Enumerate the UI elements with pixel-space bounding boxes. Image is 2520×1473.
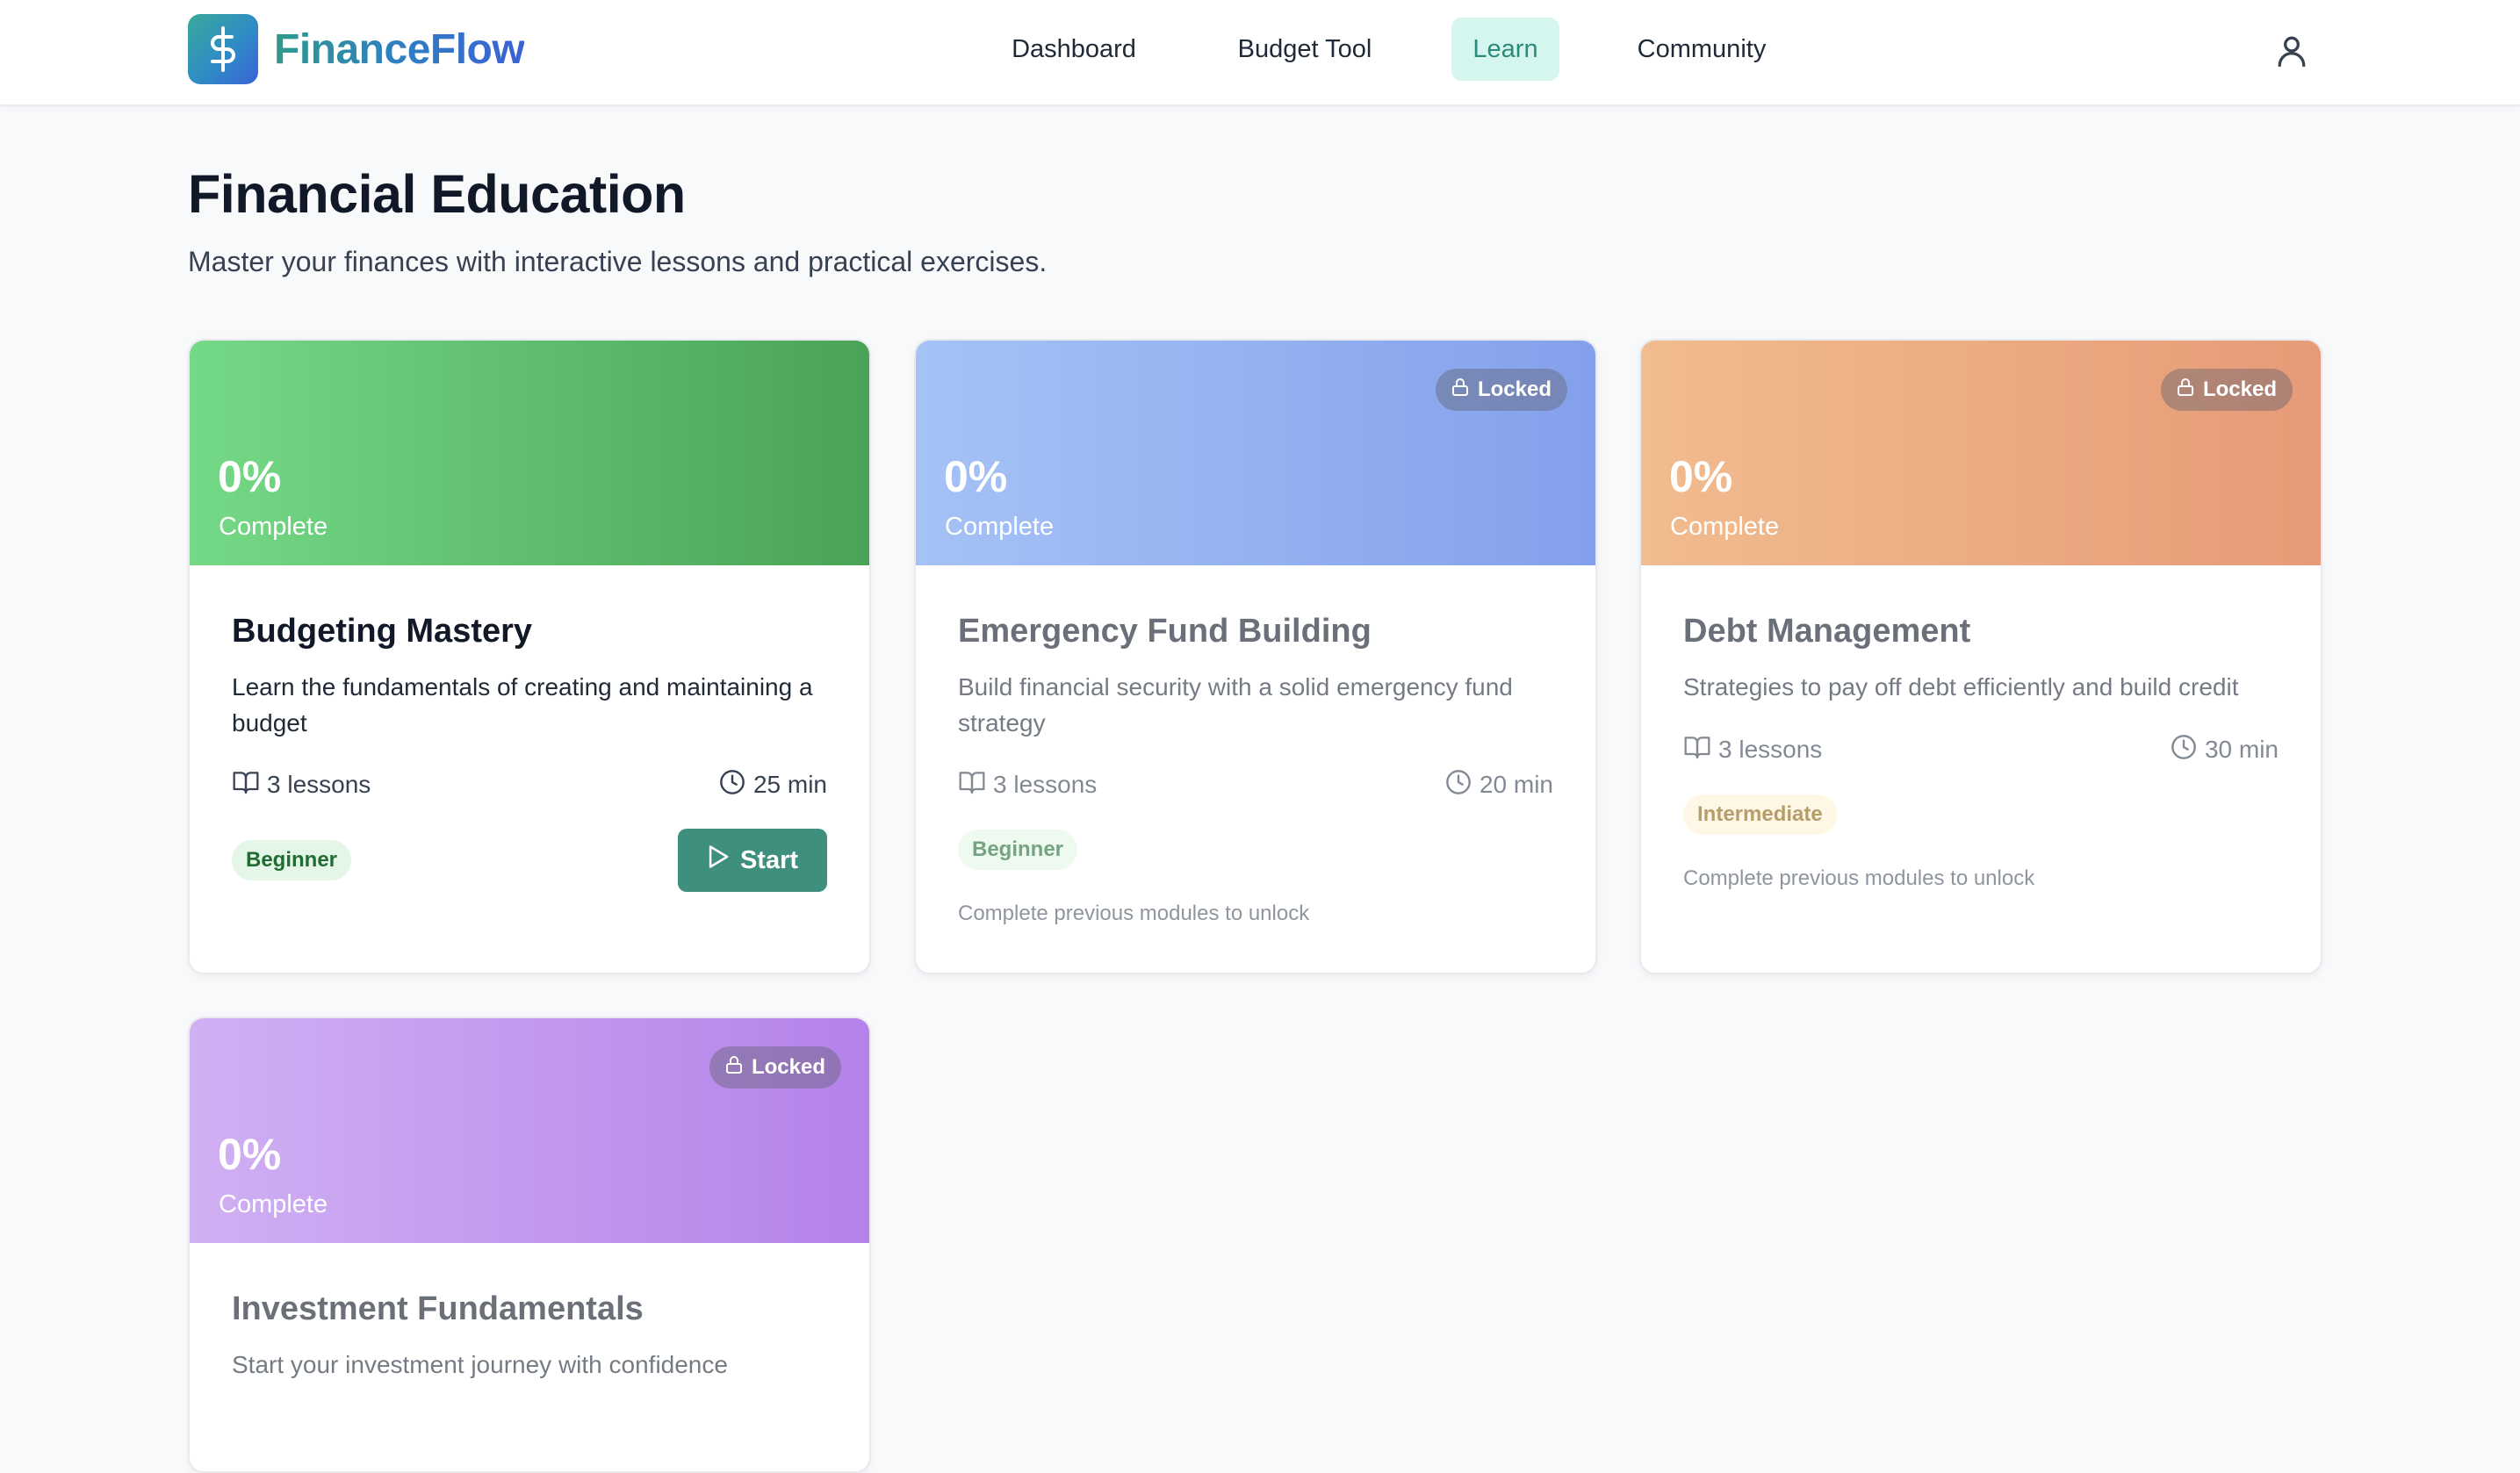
lessons-count: 3 lessons xyxy=(232,768,371,802)
course-card-budgeting-mastery[interactable]: 0% Complete Budgeting Mastery Learn the … xyxy=(188,339,871,974)
course-description: Start your investment journey with confi… xyxy=(232,1351,728,1378)
course-duration: 30 min xyxy=(2170,733,2279,767)
course-card-debt-management[interactable]: Locked 0% Complete Debt Management Strat… xyxy=(1639,339,2322,974)
course-title: Debt Management xyxy=(1683,613,1971,650)
nav-learn[interactable]: Learn xyxy=(1451,18,1559,81)
clock-icon xyxy=(2170,733,2198,767)
unlock-note: Complete previous modules to unlock xyxy=(1683,866,2035,890)
lessons-text: 3 lessons xyxy=(993,771,1098,798)
course-description: Build financial security with a solid em… xyxy=(958,673,1513,736)
play-icon xyxy=(707,844,730,876)
course-title: Emergency Fund Building xyxy=(958,613,1372,650)
level-badge: Beginner xyxy=(958,830,1078,870)
book-icon xyxy=(1683,733,1711,767)
lessons-text: 3 lessons xyxy=(267,771,371,798)
lessons-count: 3 lessons xyxy=(1683,733,1822,767)
duration-text: 30 min xyxy=(2204,736,2279,763)
course-meta: 3 lessons 30 min xyxy=(1683,734,2279,765)
progress-percent: 0% xyxy=(1669,452,1733,501)
course-banner: Locked 0% Complete xyxy=(190,1018,869,1243)
nav-community[interactable]: Community xyxy=(1623,18,1781,81)
course-banner: 0% Complete xyxy=(190,341,869,565)
level-badge: Intermediate xyxy=(1683,794,1837,835)
book-icon xyxy=(232,768,260,802)
locked-text: Locked xyxy=(751,1055,825,1079)
clock-icon xyxy=(1444,768,1472,802)
user-icon[interactable] xyxy=(2272,32,2311,70)
course-duration: 20 min xyxy=(1444,768,1553,802)
locked-text: Locked xyxy=(2202,377,2277,401)
progress-label: Complete xyxy=(1670,513,1780,541)
lock-icon xyxy=(2175,377,2196,404)
page-subtitle: Master your finances with interactive le… xyxy=(188,246,1048,277)
nav-budget-tool[interactable]: Budget Tool xyxy=(1220,18,1389,81)
course-title: Investment Fundamentals xyxy=(232,1290,644,1327)
progress-label: Complete xyxy=(219,513,328,541)
course-card-emergency-fund[interactable]: Locked 0% Complete Emergency Fund Buildi… xyxy=(914,339,1597,974)
locked-badge: Locked xyxy=(709,1046,841,1089)
lock-icon xyxy=(1450,377,1471,404)
locked-badge: Locked xyxy=(1435,369,1567,411)
progress-percent: 0% xyxy=(218,452,282,501)
course-card-investment-fundamentals[interactable]: Locked 0% Complete Investment Fundamenta… xyxy=(188,1017,871,1473)
clock-icon xyxy=(718,768,746,802)
brand-name: FinanceFlow xyxy=(274,25,525,73)
level-badge: Beginner xyxy=(232,840,352,880)
course-banner: Locked 0% Complete xyxy=(916,341,1595,565)
start-label: Start xyxy=(739,845,799,874)
lessons-text: 3 lessons xyxy=(1718,736,1823,763)
course-meta: 3 lessons 25 min xyxy=(232,769,827,801)
duration-text: 20 min xyxy=(1479,771,1553,798)
course-meta: 3 lessons 20 min xyxy=(958,769,1553,801)
course-duration: 25 min xyxy=(718,768,827,802)
top-nav-bar: FinanceFlow Dashboard Budget Tool Learn … xyxy=(0,0,2520,106)
brand[interactable]: FinanceFlow xyxy=(188,14,525,84)
book-icon xyxy=(958,768,986,802)
progress-percent: 0% xyxy=(944,452,1008,501)
progress-label: Complete xyxy=(945,513,1055,541)
dollar-icon xyxy=(188,14,258,84)
nav-dashboard[interactable]: Dashboard xyxy=(995,18,1153,81)
locked-badge: Locked xyxy=(2160,369,2293,411)
course-title: Budgeting Mastery xyxy=(232,613,533,650)
progress-percent: 0% xyxy=(218,1130,282,1179)
course-description: Strategies to pay off debt efficiently a… xyxy=(1683,673,2239,701)
page-title: Financial Education xyxy=(188,164,686,224)
course-description: Learn the fundamentals of creating and m… xyxy=(232,673,813,736)
unlock-note: Complete previous modules to unlock xyxy=(958,902,1310,925)
lock-icon xyxy=(724,1054,745,1081)
lessons-count: 3 lessons xyxy=(958,768,1097,802)
course-banner: Locked 0% Complete xyxy=(1641,341,2321,565)
duration-text: 25 min xyxy=(752,771,827,798)
start-button[interactable]: Start xyxy=(678,829,827,892)
locked-text: Locked xyxy=(1477,377,1552,401)
progress-label: Complete xyxy=(219,1190,328,1218)
